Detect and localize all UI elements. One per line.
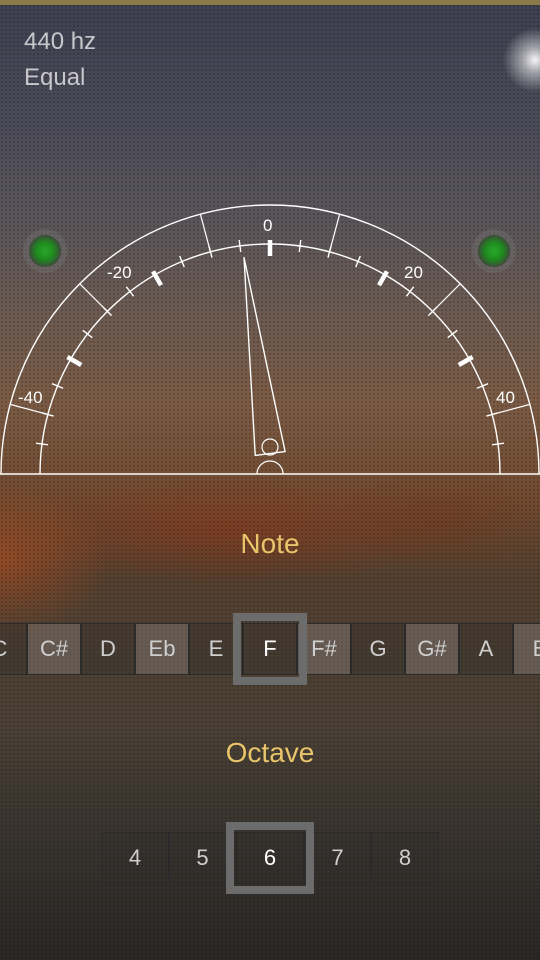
octave-label: 7 <box>331 845 344 870</box>
octave-option-7[interactable]: 7 <box>304 832 371 884</box>
meter-minor-tick <box>125 286 135 297</box>
scale-label-neg20: -20 <box>107 263 132 282</box>
meter-ticks <box>10 214 530 446</box>
octave-option-8[interactable]: 8 <box>371 832 439 884</box>
scale-label-pos40: 40 <box>496 388 515 407</box>
note-label: E <box>208 636 224 661</box>
note-option-c-sharp[interactable]: C# <box>27 623 81 675</box>
note-option-eb[interactable]: Eb <box>135 623 189 675</box>
scale-label-zero: 0 <box>263 216 272 235</box>
meter-segment-divider <box>432 283 461 312</box>
note-option-d[interactable]: D <box>81 623 135 675</box>
tuner-screen: 440 hz Equal -40 -20 0 20 40 Note C# D E… <box>0 0 540 960</box>
needle-base <box>256 460 284 475</box>
right-tuning-led <box>478 235 510 267</box>
note-label: D <box>100 636 116 661</box>
meter-segment-divider <box>79 283 108 312</box>
left-tuning-led <box>29 235 61 267</box>
meter-minor-tick <box>298 239 302 253</box>
note-label: F# <box>311 636 337 661</box>
note-option-c[interactable]: C <box>0 623 27 675</box>
needle-pivot <box>261 438 279 456</box>
note-label: C# <box>39 636 69 661</box>
tuning-meter: -40 -20 0 20 40 <box>0 204 540 475</box>
octave-label: 5 <box>196 845 209 870</box>
octave-label: 8 <box>398 845 412 870</box>
note-option-g-sharp[interactable]: G# <box>405 623 459 675</box>
note-section-title: Note <box>240 528 300 559</box>
scale-label-pos20: 20 <box>404 263 423 282</box>
meter-minor-tick <box>35 442 49 446</box>
scale-label-neg40: -40 <box>18 388 43 407</box>
note-selector[interactable]: C C# D Eb E F F# G G# A B <box>0 613 540 685</box>
meter-segment-divider <box>199 214 212 252</box>
note-label: G# <box>417 636 447 661</box>
meter-minor-tick <box>405 286 415 297</box>
note-label: B <box>533 636 540 662</box>
octave-selection-frame <box>226 822 314 894</box>
note-label: Eb <box>148 636 176 661</box>
note-option-g[interactable]: G <box>351 623 405 675</box>
tuner-needle <box>243 256 286 457</box>
note-label: G <box>369 636 387 661</box>
meter-minor-tick <box>491 442 505 446</box>
meter-minor-tick <box>447 329 458 339</box>
octave-section-title: Octave <box>225 737 315 768</box>
octave-label: 4 <box>128 845 142 870</box>
note-option-b[interactable]: B <box>513 623 540 675</box>
octave-option-4[interactable]: 4 <box>101 832 169 884</box>
note-selection-frame <box>233 613 307 685</box>
meter-segment-divider <box>328 214 341 252</box>
meter-minor-tick <box>82 329 93 339</box>
octave-selector[interactable]: 4 5 6 7 8 <box>0 822 540 894</box>
meter-minor-tick <box>238 239 242 253</box>
note-label: A <box>478 636 494 661</box>
note-option-a[interactable]: A <box>459 623 513 675</box>
note-label: C <box>0 636 7 662</box>
